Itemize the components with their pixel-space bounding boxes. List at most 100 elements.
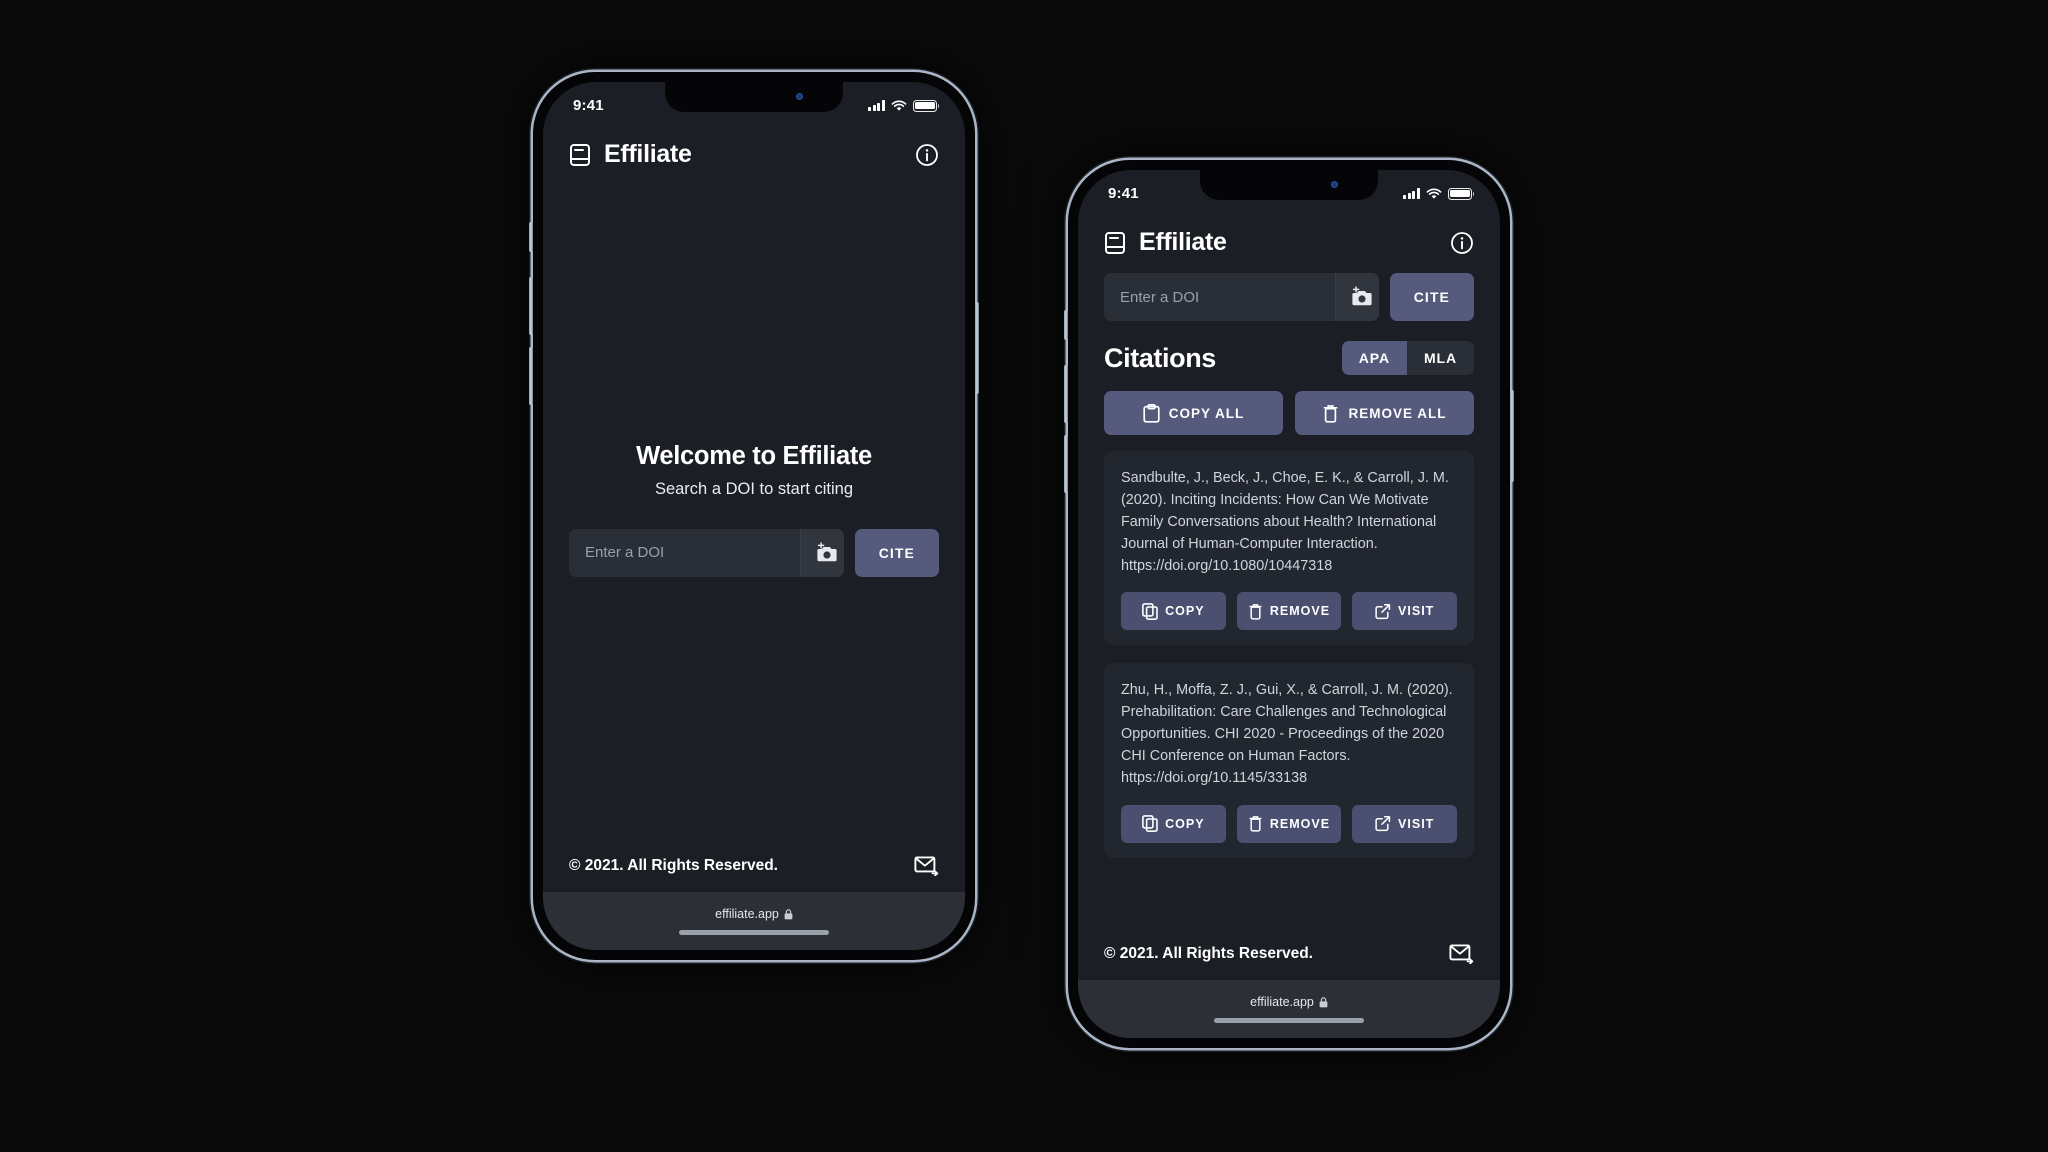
scan-doi-button[interactable] <box>800 528 844 577</box>
trash-icon <box>1249 816 1262 832</box>
browser-url-bar[interactable]: effiliate.app <box>543 892 965 950</box>
phone-screen-welcome: 9:41 Effiliate Welcome to Effiliate Sear… <box>543 82 965 950</box>
url-display[interactable]: effiliate.app <box>715 907 793 921</box>
lock-icon <box>784 908 793 919</box>
browser-url-bar[interactable]: effiliate.app <box>1078 980 1500 1038</box>
home-indicator[interactable] <box>1214 1018 1364 1023</box>
copy-button[interactable]: COPY <box>1121 592 1226 631</box>
status-time: 9:41 <box>573 97 604 114</box>
status-time: 9:41 <box>1108 185 1139 202</box>
book-icon <box>1105 231 1125 254</box>
volume-up-button[interactable] <box>529 277 533 335</box>
camera-add-icon <box>1351 286 1372 306</box>
visit-button[interactable]: VISIT <box>1352 804 1458 843</box>
citations-panel: CITE Citations APA MLA <box>1078 269 1500 925</box>
copy-icon <box>1142 603 1158 620</box>
url-text: effiliate.app <box>1250 995 1314 1009</box>
phone-device-welcome: 9:41 Effiliate Welcome to Effiliate Sear… <box>529 72 979 960</box>
cite-button[interactable]: CITE <box>1389 273 1474 321</box>
book-icon <box>570 143 590 166</box>
citation-card: Sandbulte, J., Beck, J., Choe, E. K., & … <box>1104 451 1474 646</box>
battery-icon <box>1448 187 1475 200</box>
app-header: Effiliate <box>543 126 965 181</box>
doi-search-box[interactable] <box>1104 273 1379 321</box>
home-indicator[interactable] <box>679 930 829 935</box>
main-content-welcome: Welcome to Effiliate Search a DOI to sta… <box>543 181 965 892</box>
wifi-icon <box>891 99 907 111</box>
app-header: Effiliate <box>1078 214 1500 269</box>
mail-forward-icon[interactable] <box>1449 943 1474 964</box>
citation-text: Zhu, H., Moffa, Z. J., Gui, X., & Carrol… <box>1121 682 1453 787</box>
citation-card: Zhu, H., Moffa, Z. J., Gui, X., & Carrol… <box>1104 663 1474 858</box>
status-bar: 9:41 <box>1078 170 1500 214</box>
brand: Effiliate <box>569 140 692 169</box>
visit-label: VISIT <box>1398 816 1435 831</box>
remove-label: REMOVE <box>1269 816 1331 831</box>
copy-all-button[interactable]: COPY ALL <box>1104 391 1283 435</box>
style-option-apa[interactable]: APA <box>1341 341 1407 375</box>
remove-label: REMOVE <box>1269 604 1331 619</box>
copy-button[interactable]: COPY <box>1121 804 1226 843</box>
phone-screen-citations: 9:41 Effiliate Enter a DOI CITE Citation… <box>1078 170 1500 1038</box>
external-link-icon <box>1375 816 1391 832</box>
volume-up-button[interactable] <box>1064 365 1068 423</box>
app-title: Effiliate <box>1139 228 1227 256</box>
copy-label: COPY <box>1165 604 1205 619</box>
scan-doi-button[interactable] <box>1335 273 1379 321</box>
trash-icon <box>1249 604 1262 620</box>
citation-list: Sandbulte, J., Beck, J., Choe, E. K., & … <box>1104 451 1474 858</box>
bulk-actions: COPY ALL REMOVE ALL <box>1104 391 1474 435</box>
doi-search-row: CITE <box>1104 273 1474 321</box>
visit-button[interactable]: VISIT <box>1352 592 1458 631</box>
phone-device-citations: 9:41 Effiliate Enter a DOI CITE Citation… <box>1064 160 1514 1048</box>
mail-forward-icon[interactable] <box>914 855 939 876</box>
remove-all-button[interactable]: REMOVE ALL <box>1295 391 1474 435</box>
citation-actions: COPY REMOVE VISIT <box>1121 804 1458 843</box>
remove-button[interactable]: REMOVE <box>1236 804 1342 843</box>
app-footer: © 2021. All Rights Reserved. <box>1078 925 1500 980</box>
url-display[interactable]: effiliate.app <box>1250 995 1328 1009</box>
copy-all-label: COPY ALL <box>1168 405 1245 421</box>
citation-text: Sandbulte, J., Beck, J., Choe, E. K., & … <box>1121 470 1449 574</box>
visit-label: VISIT <box>1398 604 1435 619</box>
doi-search-box[interactable] <box>569 528 844 577</box>
copyright-text: © 2021. All Rights Reserved. <box>1104 944 1313 962</box>
doi-search-input[interactable] <box>1104 288 1335 306</box>
doi-search-input[interactable] <box>569 544 800 561</box>
silent-switch[interactable] <box>1064 310 1068 340</box>
section-title: Citations <box>1104 342 1216 373</box>
screenshot-canvas: 9:41 Effiliate Welcome to Effiliate Sear… <box>0 0 2048 1152</box>
silent-switch[interactable] <box>529 222 533 252</box>
cellular-bars-icon <box>868 100 885 111</box>
power-button[interactable] <box>975 302 979 394</box>
citation-style-toggle[interactable]: APA MLA <box>1341 341 1474 375</box>
app-footer: © 2021. All Rights Reserved. <box>543 837 965 892</box>
external-link-icon <box>1375 603 1391 620</box>
status-bar: 9:41 <box>543 82 965 126</box>
power-button[interactable] <box>1510 390 1514 482</box>
doi-search-row: CITE <box>569 528 939 577</box>
trash-icon <box>1324 404 1338 423</box>
cellular-bars-icon <box>1403 188 1420 199</box>
app-title: Effiliate <box>604 140 692 168</box>
volume-down-button[interactable] <box>1064 435 1068 493</box>
welcome-title: Welcome to Effiliate <box>636 441 872 470</box>
remove-button[interactable]: REMOVE <box>1236 592 1342 631</box>
wifi-icon <box>1426 187 1442 199</box>
volume-down-button[interactable] <box>529 347 533 405</box>
copy-icon <box>1142 815 1158 833</box>
camera-add-icon <box>816 541 837 561</box>
style-option-mla[interactable]: MLA <box>1406 341 1474 375</box>
welcome-panel: Welcome to Effiliate Search a DOI to sta… <box>543 181 965 837</box>
info-circle-icon[interactable] <box>1450 231 1474 255</box>
battery-icon <box>913 99 940 112</box>
cite-button[interactable]: CITE <box>854 528 939 577</box>
welcome-subtitle: Search a DOI to start citing <box>654 479 854 498</box>
brand: Effiliate <box>1104 228 1227 257</box>
copyright-text: © 2021. All Rights Reserved. <box>569 856 778 874</box>
info-circle-icon[interactable] <box>915 143 939 167</box>
remove-all-label: REMOVE ALL <box>1348 405 1447 421</box>
lock-icon <box>1319 996 1328 1007</box>
copy-label: COPY <box>1165 816 1205 831</box>
clipboard-icon <box>1143 403 1160 423</box>
